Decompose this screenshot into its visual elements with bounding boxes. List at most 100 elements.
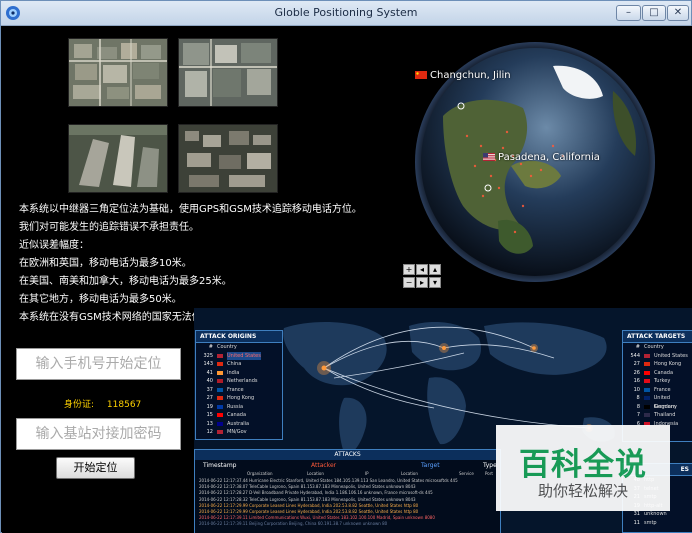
attack-origins-panel: ATTACK ORIGINS # Country 325 United States… <box>195 330 283 440</box>
column-header: Country <box>217 344 237 350</box>
info-line: 在欧洲和英国，移动电话为最多10米。 <box>19 258 192 269</box>
info-line: 我们对可能发生的追踪错误不承担责任。 <box>19 222 199 233</box>
list-item[interactable]: 7 Thailand <box>623 411 692 420</box>
attacks-rows: 2014-06-22 12:17:37.44 Hurricane Electri… <box>195 478 500 528</box>
count: 544 <box>630 352 640 359</box>
satellite-thumbnail[interactable] <box>68 124 168 193</box>
encryption-code-input[interactable] <box>16 418 181 450</box>
list-item[interactable]: 15 Canada <box>196 411 282 420</box>
list-item[interactable]: 8 United Kingdom <box>623 394 692 410</box>
list-item[interactable]: 41 India <box>196 369 282 378</box>
pan-right-button[interactable]: ▸ <box>416 277 428 288</box>
list-item[interactable]: 37 France <box>196 386 282 395</box>
list-item[interactable]: 12 MN/Gov <box>196 428 282 437</box>
flag-icon <box>217 387 223 392</box>
country-name: MN/Gov <box>227 429 247 435</box>
country-name: United States <box>227 351 261 360</box>
zoom-in-button[interactable]: + <box>403 264 415 275</box>
count: 8 <box>636 395 640 401</box>
count: 37 <box>206 386 213 393</box>
list-item[interactable]: 40 Netherlands <box>196 377 282 386</box>
list-item[interactable]: 19 Russia <box>196 403 282 412</box>
pan-up-button[interactable]: ▴ <box>429 264 441 275</box>
china-flag-icon <box>415 71 427 79</box>
pan-left-button[interactable]: ◂ <box>416 264 428 275</box>
zoom-out-button[interactable]: − <box>403 277 415 288</box>
count: 325 <box>203 352 213 359</box>
location-label[interactable]: Changchun, Jilin <box>415 70 511 81</box>
client-area: 本系统以中继器三角定位法为基础，使用GPS和GSM技术追踪移动电话方位。 我们对… <box>2 26 692 533</box>
flag-icon <box>644 413 650 417</box>
country-name: Thailand <box>654 412 676 418</box>
satellite-thumbnail[interactable] <box>68 38 168 107</box>
country-name: Australia <box>227 420 250 427</box>
flag-icon <box>217 421 223 426</box>
count: 31 <box>633 511 640 517</box>
satellite-thumbnail[interactable] <box>178 38 278 107</box>
close-button[interactable]: ✕ <box>667 5 689 21</box>
list-item[interactable]: 13 Australia <box>196 420 282 429</box>
satellite-image <box>69 125 167 192</box>
location-label[interactable]: Pasadena, California <box>483 152 600 163</box>
satellite-image <box>179 125 277 192</box>
column-header: Attacker <box>311 462 337 469</box>
count: 27 <box>206 395 213 401</box>
country-name: France <box>227 386 244 393</box>
list-item[interactable]: 143 China <box>196 360 282 369</box>
column-header: Target <box>421 462 440 469</box>
list-item[interactable]: 544 United States <box>623 352 692 361</box>
country-name: Germany <box>654 403 677 410</box>
title-bar[interactable]: Globle Positioning System – □ ✕ <box>1 1 691 26</box>
country-name: Canada <box>227 412 247 418</box>
table-header: # Country <box>196 343 282 352</box>
watermark-main-text: 百科全说 <box>519 447 647 483</box>
id-display: 身份证: 118567 <box>64 397 141 410</box>
list-item[interactable]: 325 United States <box>196 351 282 360</box>
column-header: Country <box>644 344 664 350</box>
table-row[interactable]: 2014-06-22 12:17:39.11 Beijing Corporati… <box>195 521 500 527</box>
list-item[interactable]: 27 Hong Kong <box>623 360 692 369</box>
column-subheader: Service <box>459 471 474 476</box>
list-item[interactable]: 10 France <box>623 386 692 395</box>
list-item[interactable]: 11 smtp <box>623 519 692 528</box>
maximize-button[interactable]: □ <box>642 5 666 21</box>
country-name: China <box>227 361 242 367</box>
flag-icon <box>644 387 650 392</box>
count: 8 <box>636 403 640 410</box>
attack-origins-title: ATTACK ORIGINS <box>196 331 282 343</box>
flag-icon <box>644 404 650 409</box>
column-header: # <box>208 344 213 350</box>
attacks-subheader: Organization Location IP Location Servic… <box>195 471 500 478</box>
count: 40 <box>206 378 213 384</box>
service-name: smtp <box>644 519 657 526</box>
flag-icon <box>217 379 223 383</box>
country-name: United Kingdom <box>653 395 676 410</box>
column-subheader: Location <box>401 471 418 476</box>
count: 10 <box>633 386 640 393</box>
watermark-logo: 百科全说 助你轻松解决 <box>496 425 670 511</box>
attacks-title: ATTACKS <box>195 450 500 460</box>
pan-down-button[interactable]: ▾ <box>429 277 441 288</box>
country-name: Canada <box>654 369 674 376</box>
flag-icon <box>217 396 223 400</box>
flag-icon <box>217 404 223 409</box>
count: 16 <box>633 378 640 384</box>
list-item[interactable]: 31 unknown <box>623 510 692 519</box>
country-name: Hong Kong <box>227 395 255 401</box>
flag-icon <box>217 362 223 366</box>
satellite-thumbnail[interactable] <box>178 124 278 193</box>
start-locating-button[interactable]: 开始定位 <box>56 457 135 479</box>
count: 19 <box>206 403 213 410</box>
list-item[interactable]: 16 Turkey <box>623 377 692 386</box>
info-line: 本系统以中继器三角定位法为基础，使用GPS和GSM技术追踪移动电话方位。 <box>19 204 362 215</box>
minimize-button[interactable]: – <box>616 5 641 21</box>
list-item[interactable]: 8 Germany <box>623 403 692 412</box>
flag-icon <box>644 362 650 366</box>
phone-number-input[interactable] <box>16 348 181 380</box>
flag-icon <box>217 353 223 358</box>
column-header: Type <box>483 462 497 469</box>
list-item[interactable]: 26 Canada <box>623 369 692 378</box>
list-item[interactable]: 27 Hong Kong <box>196 394 282 403</box>
globe-view[interactable]: Changchun, Jilin Pasadena, California <box>403 36 671 306</box>
location-label-text: Pasadena, California <box>498 152 600 163</box>
